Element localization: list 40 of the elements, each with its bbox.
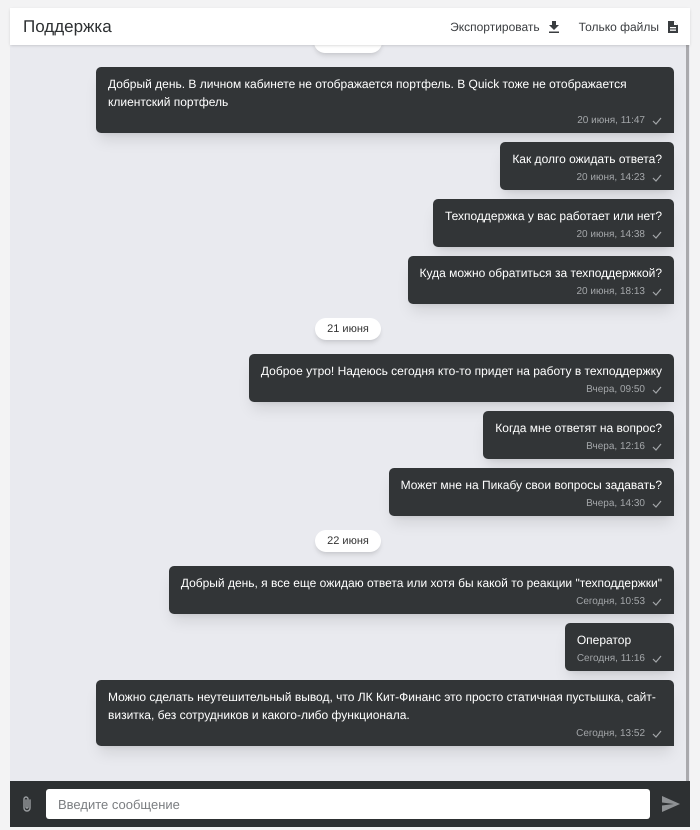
message-text: Как долго ожидать ответа?	[512, 151, 662, 168]
action-link[interactable]: Только файлы	[578, 18, 659, 36]
check-icon	[652, 500, 662, 508]
message-text: Доброе утро! Надеюсь сегодня кто-то придет на работу в техподдержку	[260, 363, 662, 380]
check-icon	[652, 231, 662, 239]
message-time: 20 июня, 18:13	[576, 286, 645, 298]
message-text: Техподдержка у вас работает или нет?	[444, 208, 662, 225]
date-pill: 22 июня	[315, 530, 381, 552]
check-icon	[652, 288, 662, 296]
message-text: Добрый день. В личном кабинете не отображается портфель. В Quick тоже не отображается клиентский портфель	[108, 76, 628, 111]
message-text: Может мне на Пикабу свои вопросы задавать?	[400, 477, 662, 494]
message-text: Добрый день, я все еще ожидаю ответа или хотя бы какой то реакции "техподдержки"	[180, 575, 662, 592]
message-time: Вчера, 09:50	[586, 384, 645, 396]
message-time: 20 июня, 11:47	[577, 115, 645, 127]
check-icon	[652, 386, 662, 394]
message-text: Когда мне ответят на вопрос?	[495, 420, 662, 437]
check-icon	[652, 730, 662, 738]
message-time: Вчера, 14:30	[586, 498, 645, 510]
message-time: 20 июня, 14:38	[576, 229, 645, 241]
message-time: Сегодня, 13:52	[576, 728, 645, 740]
message-text: Можно сделать неутешительный вывод, что ЛК Кит-Финанс это просто статичная пустышка, сайт-визитка, без сотрудников и какого-либо функционала.	[108, 689, 657, 724]
message-input[interactable]: Введите сообщение	[46, 789, 650, 819]
check-icon	[652, 443, 662, 451]
check-icon	[652, 174, 662, 182]
check-icon	[652, 598, 662, 606]
message-text: Оператор	[576, 632, 632, 649]
file-icon[interactable]	[668, 20, 678, 32]
window-title: Поддержка	[23, 16, 113, 38]
message-time: Вчера, 12:16	[586, 441, 645, 453]
send-icon[interactable]	[662, 796, 680, 812]
date-pill: 21 июня	[315, 318, 381, 340]
message-time: 20 июня, 14:23	[576, 172, 645, 184]
check-icon	[652, 117, 662, 125]
message-time: Сегодня, 10:53	[576, 596, 645, 608]
action-link[interactable]: Экспортировать	[450, 18, 540, 36]
scrollbar[interactable]	[686, 45, 689, 781]
message-text: Куда можно обратиться за техподдержкой?	[420, 265, 662, 282]
message-time: Сегодня, 11:16	[576, 653, 645, 665]
check-icon	[652, 655, 662, 663]
download-icon[interactable]	[548, 20, 559, 32]
